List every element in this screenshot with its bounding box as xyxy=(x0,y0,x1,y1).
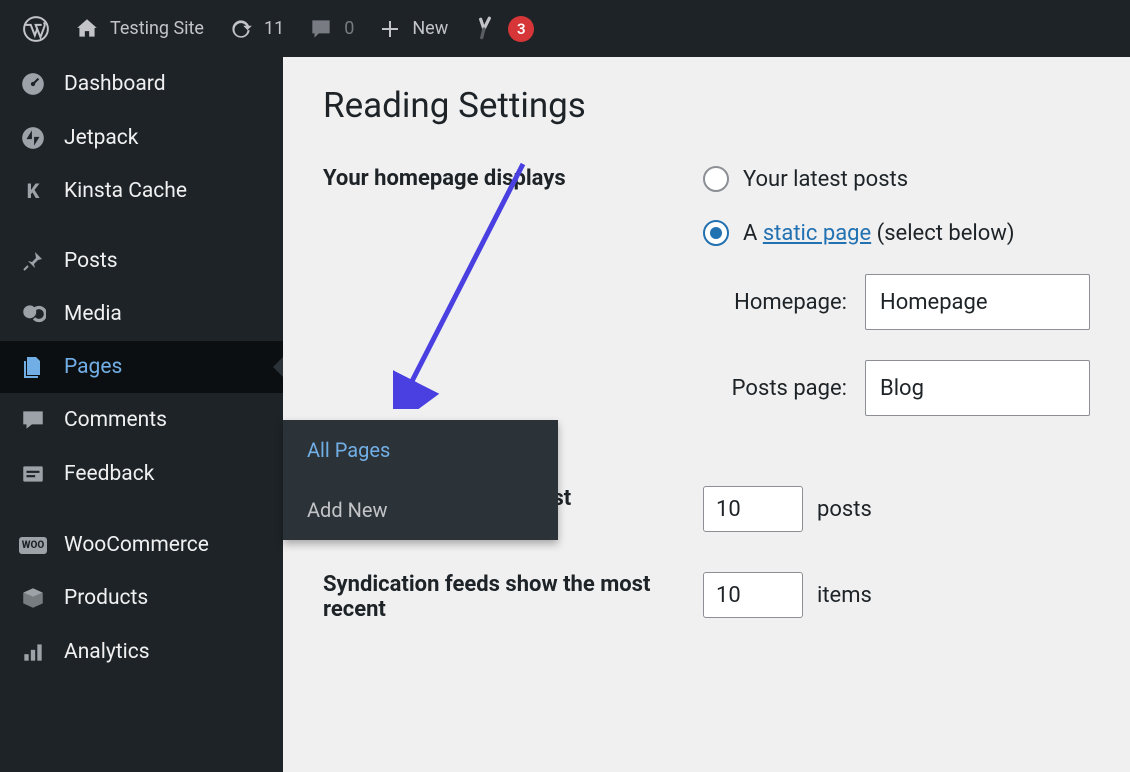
content-area: Reading Settings Your homepage displays … xyxy=(283,57,1130,772)
submenu-all-pages[interactable]: All Pages xyxy=(283,420,558,480)
pages-submenu: All Pages Add New xyxy=(283,420,558,540)
blog-show-input[interactable]: 10 xyxy=(703,486,803,532)
yoast-badge: 3 xyxy=(508,16,534,42)
homepage-displays-label: Your homepage displays xyxy=(323,166,703,446)
submenu-add-new[interactable]: Add New xyxy=(283,480,558,540)
yoast-icon xyxy=(472,16,498,42)
posts-page-select-label: Posts page: xyxy=(727,376,847,401)
pages-icon xyxy=(18,355,48,379)
sidebar-label: Comments xyxy=(64,408,167,432)
radio-icon xyxy=(703,220,729,246)
homepage-select[interactable]: Homepage xyxy=(865,274,1090,330)
analytics-icon xyxy=(18,639,48,665)
sidebar-item-pages[interactable]: Pages xyxy=(0,341,283,393)
sidebar-label: Media xyxy=(64,302,122,326)
sidebar-item-kinsta[interactable]: K Kinsta Cache xyxy=(0,165,283,217)
radio-icon xyxy=(703,166,729,192)
sidebar-item-comments[interactable]: Comments xyxy=(0,393,283,447)
sidebar-item-dashboard[interactable]: Dashboard xyxy=(0,57,283,111)
pin-icon xyxy=(18,249,48,273)
sidebar-label: Jetpack xyxy=(64,126,138,150)
updates-menu[interactable]: 11 xyxy=(216,0,296,57)
yoast-menu[interactable]: 3 xyxy=(460,0,546,57)
admin-sidebar: Dashboard Jetpack K Kinsta Cache Posts M… xyxy=(0,57,283,772)
comment-icon xyxy=(308,16,334,42)
posts-page-select[interactable]: Blog xyxy=(865,360,1090,416)
sidebar-item-feedback[interactable]: Feedback xyxy=(0,447,283,501)
products-icon xyxy=(18,585,48,611)
new-label: New xyxy=(412,18,448,39)
refresh-icon xyxy=(228,16,254,42)
wordpress-icon xyxy=(22,15,50,43)
feeds-input[interactable]: 10 xyxy=(703,572,803,618)
page-title: Reading Settings xyxy=(323,85,1090,126)
home-icon xyxy=(74,16,100,42)
sidebar-item-analytics[interactable]: Analytics xyxy=(0,625,283,679)
blog-show-unit: posts xyxy=(817,497,872,522)
site-home[interactable]: Testing Site xyxy=(62,0,216,57)
sidebar-item-posts[interactable]: Posts xyxy=(0,235,283,287)
kinsta-icon: K xyxy=(18,179,48,203)
sidebar-label: Pages xyxy=(64,355,122,379)
sidebar-label: Kinsta Cache xyxy=(64,179,187,203)
sidebar-item-jetpack[interactable]: Jetpack xyxy=(0,111,283,165)
media-icon xyxy=(18,301,48,327)
comments-menu[interactable]: 0 xyxy=(296,0,366,57)
plus-icon xyxy=(378,17,402,41)
radio-latest-posts[interactable]: Your latest posts xyxy=(703,166,1090,192)
radio-latest-label: Your latest posts xyxy=(743,167,908,192)
sidebar-item-products[interactable]: Products xyxy=(0,571,283,625)
site-name-label: Testing Site xyxy=(110,18,204,39)
sidebar-item-woocommerce[interactable]: WOO WooCommerce xyxy=(0,519,283,571)
jetpack-icon xyxy=(18,125,48,151)
sidebar-label: Analytics xyxy=(64,640,150,664)
sidebar-label: Feedback xyxy=(64,462,154,486)
feedback-icon xyxy=(18,461,48,487)
static-page-link[interactable]: static page xyxy=(763,221,871,246)
comments-icon xyxy=(18,407,48,433)
feeds-unit: items xyxy=(817,583,872,608)
admin-toolbar: Testing Site 11 0 New 3 xyxy=(0,0,1130,57)
sidebar-label: Posts xyxy=(64,249,118,273)
updates-count: 11 xyxy=(264,18,284,39)
sidebar-item-media[interactable]: Media xyxy=(0,287,283,341)
comments-count: 0 xyxy=(344,18,354,39)
woo-icon: WOO xyxy=(18,537,48,554)
radio-static-label: A static page (select below) xyxy=(743,221,1015,246)
new-content-menu[interactable]: New xyxy=(366,0,460,57)
dashboard-icon xyxy=(18,71,48,97)
sidebar-label: WooCommerce xyxy=(64,533,209,557)
feeds-label: Syndication feeds show the most recent xyxy=(323,572,703,622)
sidebar-label: Dashboard xyxy=(64,72,166,96)
sidebar-label: Products xyxy=(64,586,148,610)
radio-static-page[interactable]: A static page (select below) xyxy=(703,220,1090,246)
homepage-select-label: Homepage: xyxy=(727,290,847,315)
wordpress-menu[interactable] xyxy=(10,0,62,57)
